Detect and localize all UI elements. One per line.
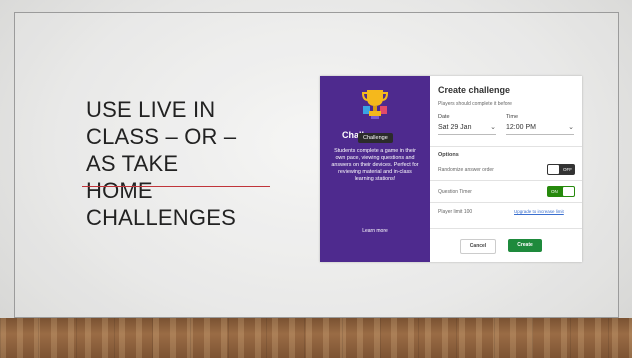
challenge-screenshot: Challenge Challenge Students complete a …	[320, 76, 582, 262]
slide-heading: USE LIVE IN CLASS – OR – AS TAKE HOME CH…	[86, 96, 276, 231]
time-label: Time	[506, 114, 519, 120]
divider	[430, 146, 582, 147]
toggle-knob	[548, 165, 559, 174]
randomize-label: Randomize answer order	[438, 167, 494, 173]
timer-toggle[interactable]: ON	[547, 186, 575, 197]
form-title: Create challenge	[438, 85, 511, 95]
chevron-down-icon: ⌄	[490, 124, 496, 131]
panel-description: Students complete a game in their own pa…	[331, 148, 419, 182]
toggle-state: ON	[551, 189, 558, 194]
challenge-tooltip: Challenge	[358, 133, 393, 143]
randomize-toggle[interactable]: OFF	[547, 164, 575, 175]
time-value: 12:00 PM	[506, 124, 536, 131]
accent-rule	[82, 186, 270, 187]
date-select[interactable]: Sat 29 Jan ⌄	[438, 122, 496, 135]
upgrade-link[interactable]: Upgrade to increase limit	[514, 209, 564, 214]
create-button[interactable]: Create	[508, 239, 542, 252]
heading-line-1: USE LIVE IN	[86, 97, 216, 122]
divider	[430, 180, 582, 181]
date-label: Date	[438, 114, 450, 120]
toggle-knob	[563, 187, 574, 196]
wood-floor	[0, 318, 632, 358]
slide-background: USE LIVE IN CLASS – OR – AS TAKE HOME CH…	[0, 0, 632, 358]
player-limit-label: Player limit 100	[438, 209, 473, 215]
heading-line-3: AS TAKE	[86, 151, 179, 176]
options-heading: Options	[438, 152, 459, 158]
heading-line-2: CLASS – OR –	[86, 124, 237, 149]
cancel-button[interactable]: Cancel	[460, 239, 496, 254]
heading-line-5: CHALLENGES	[86, 205, 236, 230]
divider	[430, 202, 582, 203]
chevron-down-icon: ⌄	[568, 124, 574, 131]
create-challenge-form: Create challenge Players should complete…	[430, 76, 582, 262]
divider	[430, 228, 582, 229]
form-subtitle: Players should complete it before	[438, 101, 512, 107]
toggle-state: OFF	[563, 167, 572, 172]
time-select[interactable]: 12:00 PM ⌄	[506, 122, 574, 135]
learn-more-link[interactable]: Learn more	[320, 228, 430, 234]
date-value: Sat 29 Jan	[438, 124, 472, 131]
timer-label: Question Timer	[438, 189, 472, 195]
heading-line-4: HOME	[86, 178, 153, 203]
trophy-icon	[361, 90, 389, 119]
challenge-info-panel: Challenge Challenge Students complete a …	[320, 76, 430, 262]
